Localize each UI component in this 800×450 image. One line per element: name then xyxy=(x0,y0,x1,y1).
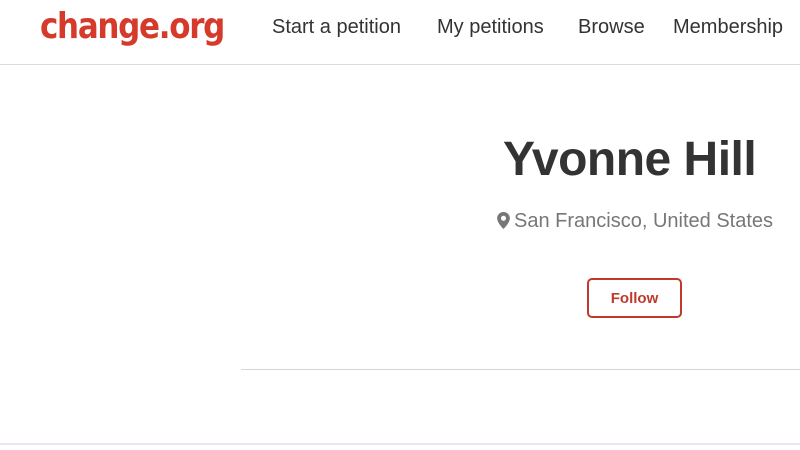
profile-location: San Francisco, United States xyxy=(497,210,773,233)
profile-name: Yvonne Hill xyxy=(503,133,757,186)
nav-membership[interactable]: Membership xyxy=(673,16,783,39)
nav-start-petition[interactable]: Start a petition xyxy=(272,16,401,39)
map-pin-icon xyxy=(497,212,510,229)
nav-my-petitions[interactable]: My petitions xyxy=(437,16,544,39)
bottom-border xyxy=(0,443,800,445)
site-header: change.org Start a petition My petitions… xyxy=(0,0,800,65)
change-org-logo[interactable]: change.org xyxy=(40,6,225,47)
location-text: San Francisco, United States xyxy=(514,210,774,232)
section-divider xyxy=(241,369,800,370)
nav-browse[interactable]: Browse xyxy=(578,16,645,39)
follow-button[interactable]: Follow xyxy=(587,278,682,318)
